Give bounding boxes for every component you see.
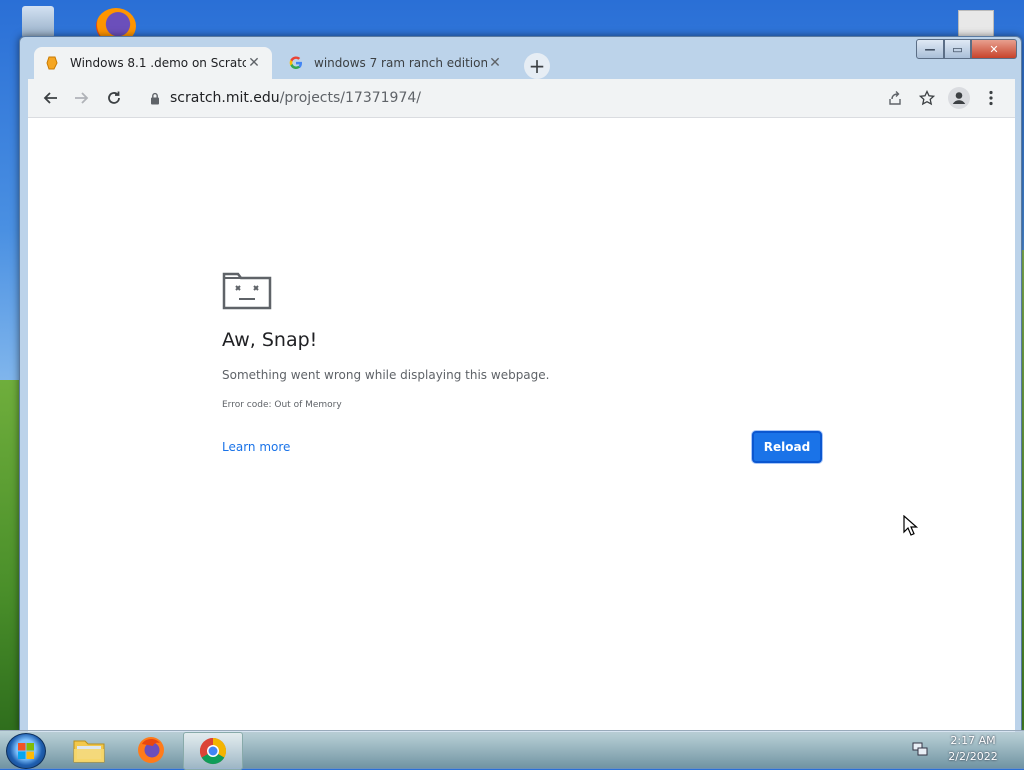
taskbar-firefox-button[interactable] (122, 732, 180, 768)
sad-tab-icon (222, 268, 272, 314)
forward-button[interactable] (68, 84, 96, 112)
page-content: Aw, Snap! Something went wrong while dis… (28, 117, 1015, 732)
tab-google[interactable]: windows 7 ram ranch edition - Re ✕ (278, 47, 513, 79)
profile-avatar-icon[interactable] (943, 84, 975, 112)
url-host: scratch.mit.edu (170, 90, 280, 106)
window-caption-buttons: — ▭ ✕ (916, 39, 1017, 59)
learn-more-link[interactable]: Learn more (222, 440, 290, 454)
new-tab-button[interactable]: + (524, 53, 550, 79)
tab-scratch[interactable]: Windows 8.1 .demo on Scratch ✕ (34, 47, 272, 79)
windows-logo-icon (18, 743, 34, 759)
share-icon[interactable] (879, 84, 911, 112)
error-message: Something went wrong while displaying th… (222, 368, 550, 382)
mouse-cursor-icon (903, 514, 919, 541)
start-button[interactable] (6, 733, 46, 769)
google-icon (288, 55, 304, 71)
lock-icon[interactable] (150, 92, 160, 105)
arrow-left-icon (43, 92, 57, 104)
chrome-icon (199, 737, 227, 765)
reload-toolbar-button[interactable] (100, 84, 128, 112)
reload-button[interactable]: Reload (752, 431, 822, 463)
system-clock[interactable]: 2:17 AM 2/2/2022 (940, 733, 1006, 765)
browser-toolbar: scratch.mit.edu/projects/17371974/ (28, 79, 1015, 117)
recycle-bin-icon[interactable] (22, 6, 54, 38)
error-title: Aw, Snap! (222, 329, 318, 351)
refresh-icon (108, 91, 120, 104)
bookmark-star-icon[interactable] (911, 84, 943, 112)
tab-title: Windows 8.1 .demo on Scratch (70, 56, 246, 70)
back-button[interactable] (36, 84, 64, 112)
clock-date: 2/2/2022 (948, 750, 998, 763)
address-bar[interactable]: scratch.mit.edu/projects/17371974/ (138, 83, 871, 113)
taskbar: 2:17 AM 2/2/2022 (0, 730, 1024, 770)
maximize-button[interactable]: ▭ (944, 39, 971, 59)
arrow-right-icon (75, 92, 89, 104)
close-window-button[interactable]: ✕ (971, 39, 1017, 59)
taskbar-explorer-button[interactable] (60, 732, 118, 768)
folder-icon (73, 740, 105, 763)
close-tab-icon[interactable]: ✕ (487, 55, 503, 71)
scratch-icon (44, 55, 60, 71)
tab-strip: Windows 8.1 .demo on Scratch ✕ windows 7… (26, 43, 926, 79)
close-tab-icon[interactable]: ✕ (246, 55, 262, 71)
error-code: Error code: Out of Memory (222, 400, 342, 410)
tab-title: windows 7 ram ranch edition - Re (314, 56, 487, 70)
browser-window: — ▭ ✕ Windows 8.1 .demo on Scratch ✕ win… (19, 36, 1022, 732)
firefox-icon (138, 737, 164, 763)
network-icon[interactable] (912, 741, 928, 761)
taskbar-chrome-button[interactable] (183, 732, 243, 770)
menu-kebab-icon[interactable] (975, 84, 1007, 112)
clock-time: 2:17 AM (950, 734, 996, 747)
url-path: /projects/17371974/ (279, 90, 421, 106)
